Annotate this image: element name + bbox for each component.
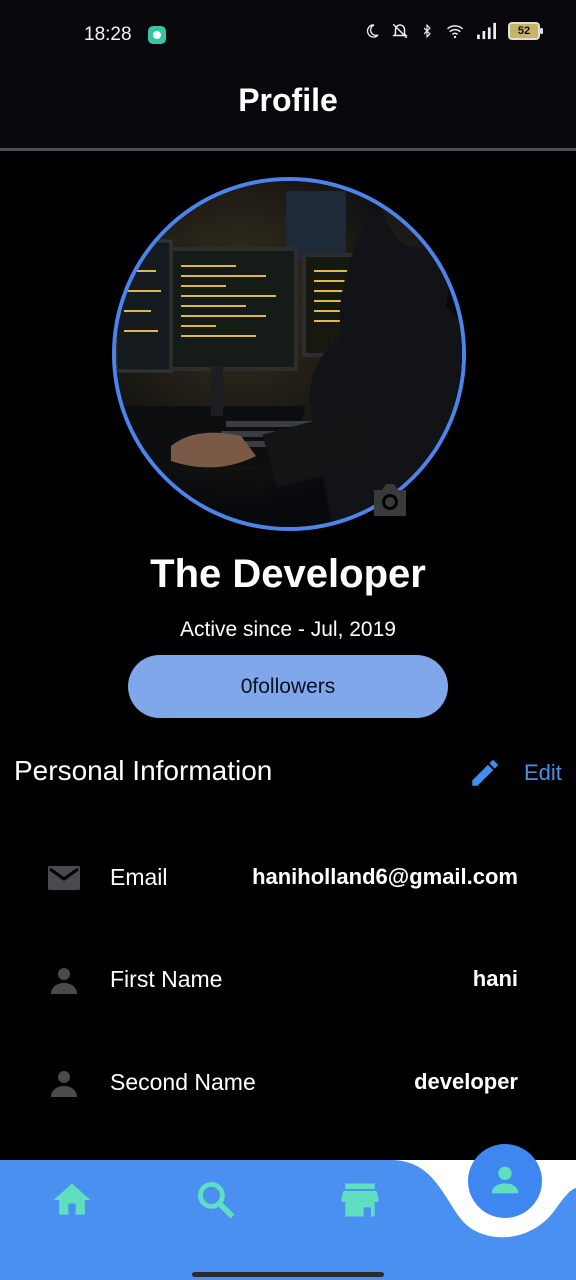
info-row-first-name: First Name hani [0, 960, 576, 1000]
profile-icon [491, 1166, 519, 1194]
info-row-email: Email haniholland6@gmail.com [0, 858, 576, 898]
search-icon[interactable] [194, 1178, 238, 1222]
edit-button[interactable]: Edit [524, 760, 562, 786]
followers-button[interactable]: 0followers [128, 655, 448, 718]
info-value: developer [414, 1069, 518, 1094]
avatar-photo [116, 181, 462, 527]
camera-icon[interactable] [368, 480, 412, 520]
app-bar: Profile [0, 72, 576, 151]
status-icons: 52 [364, 22, 543, 40]
profile-tab-button[interactable] [468, 1144, 542, 1218]
info-value: haniholland6@gmail.com [252, 864, 518, 889]
bluetooth-icon [423, 23, 431, 39]
person-icon [51, 968, 77, 994]
mute-icon [392, 23, 408, 39]
wifi-icon [447, 25, 463, 39]
bottom-navigation [0, 1144, 576, 1280]
info-label: First Name [110, 966, 223, 992]
home-indicator[interactable] [192, 1272, 384, 1277]
battery-icon: 52 [508, 22, 543, 40]
profile-name: The Developer [150, 552, 426, 596]
active-since: Active since - Jul, 2019 [180, 618, 396, 641]
store-icon[interactable] [338, 1178, 382, 1222]
edit-icon[interactable] [468, 756, 502, 790]
email-icon [48, 866, 80, 890]
profile-avatar[interactable] [112, 177, 466, 531]
home-icon[interactable] [50, 1178, 94, 1222]
info-label: Second Name [110, 1069, 256, 1095]
signal-icon [477, 22, 496, 40]
section-title: Personal Information [14, 755, 273, 786]
notification-app-icon [148, 26, 166, 44]
moon-icon [366, 24, 379, 38]
info-row-second-name: Second Name developer [0, 1063, 576, 1103]
status-bar: 18:28 52 [0, 0, 576, 72]
person-icon [51, 1071, 77, 1097]
page-title: Profile [238, 82, 338, 118]
status-time: 18:28 [84, 24, 132, 45]
info-label: Email [110, 864, 168, 890]
info-value: hani [472, 966, 518, 991]
